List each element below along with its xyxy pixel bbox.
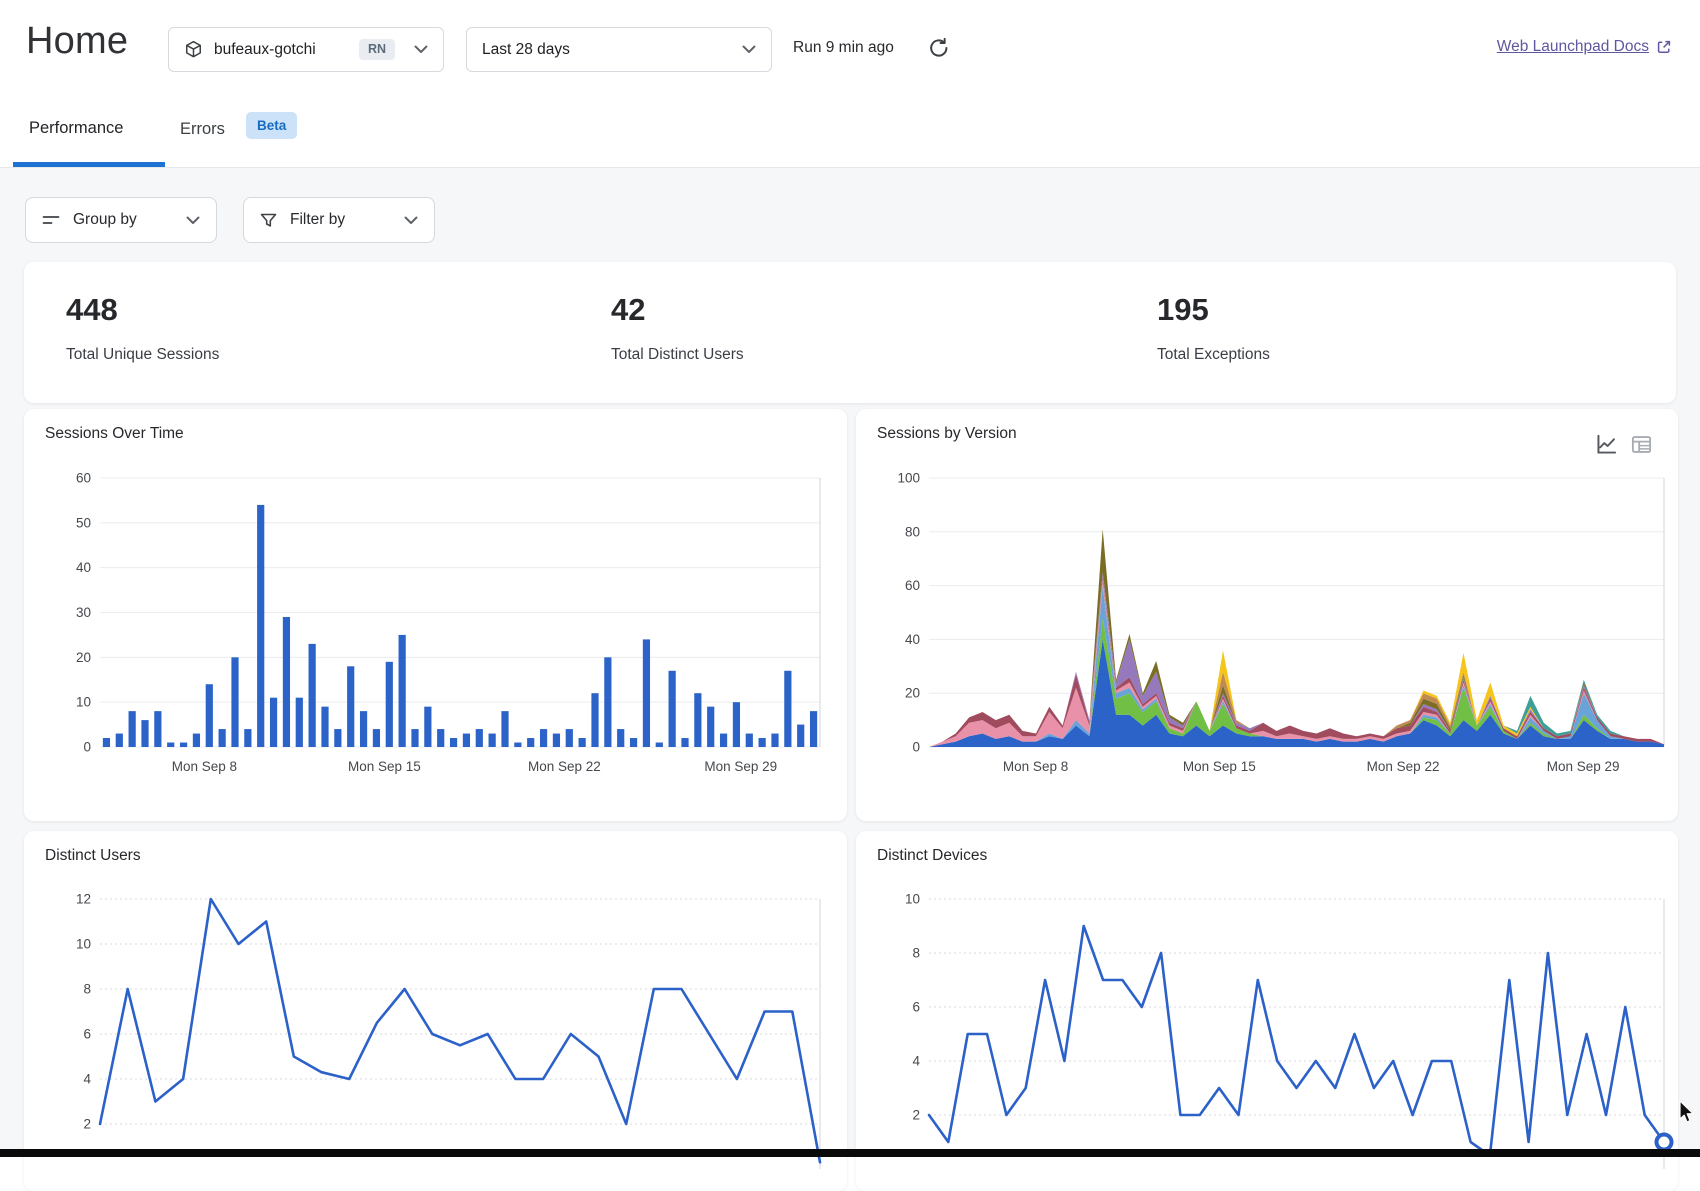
chevron-down-icon <box>414 45 428 54</box>
distinct-users-card: Distinct Users 2 4 6 8 10 12 <box>24 831 847 1191</box>
group-by-button[interactable]: Group by <box>25 197 217 243</box>
stat-value: 195 <box>1157 292 1209 328</box>
refresh-icon <box>927 36 951 60</box>
chevron-down-icon <box>404 216 418 225</box>
sessions-by-version-chart[interactable]: 0 20 40 60 80 100 Mon Sep 8 Mon Sep 15 Mon Sep 2… <box>856 457 1678 779</box>
svg-text:10: 10 <box>76 695 91 710</box>
date-range-selector[interactable]: Last 28 days <box>466 27 772 72</box>
svg-text:Mon Sep 15: Mon Sep 15 <box>1183 759 1256 774</box>
svg-text:4: 4 <box>83 1072 91 1087</box>
header: Home bufeaux-gotchi RN Last 28 days Run … <box>0 0 1700 168</box>
chart-toggle-line-button[interactable] <box>1595 433 1619 457</box>
svg-text:Mon Sep 29: Mon Sep 29 <box>704 759 777 774</box>
svg-text:80: 80 <box>905 524 920 539</box>
svg-text:12: 12 <box>76 892 91 907</box>
date-range-value: Last 28 days <box>482 41 742 59</box>
app-selector[interactable]: bufeaux-gotchi RN <box>168 27 444 72</box>
svg-text:0: 0 <box>912 740 920 755</box>
package-icon <box>184 40 203 59</box>
svg-text:4: 4 <box>912 1054 920 1069</box>
sessions-over-time-card: Sessions Over Time 0 10 20 30 40 50 60 Mon Sep … <box>24 409 847 821</box>
table-icon <box>1630 433 1653 456</box>
sessions-by-version-card: Sessions by Version 0 20 40 60 80 100 Mon Sep … <box>856 409 1678 821</box>
run-status: Run 9 min ago <box>793 39 894 57</box>
chart-toggle-table-button[interactable] <box>1630 433 1654 457</box>
stat-label: Total Unique Sessions <box>66 346 219 364</box>
stat-value: 448 <box>66 292 118 328</box>
refresh-button[interactable] <box>927 36 951 60</box>
tab-performance[interactable]: Performance <box>29 119 123 138</box>
svg-text:50: 50 <box>76 515 91 530</box>
chevron-down-icon <box>186 216 200 225</box>
app-platform-badge: RN <box>359 39 395 60</box>
sessions-over-time-chart[interactable]: 0 10 20 30 40 50 60 Mon Sep 8 Mon Sep 15 Mon Sep … <box>24 457 847 779</box>
svg-text:60: 60 <box>76 471 91 486</box>
line-chart-icon <box>1595 433 1618 456</box>
filter-by-label: Filter by <box>290 211 391 229</box>
docs-link-label: Web Launchpad Docs <box>1497 38 1649 56</box>
app-name: bufeaux-gotchi <box>214 41 359 59</box>
chevron-down-icon <box>742 45 756 54</box>
svg-text:40: 40 <box>76 560 91 575</box>
svg-text:8: 8 <box>83 982 91 997</box>
svg-text:10: 10 <box>905 892 920 907</box>
group-by-icon <box>42 212 60 228</box>
svg-text:Mon Sep 15: Mon Sep 15 <box>348 759 421 774</box>
svg-text:6: 6 <box>912 1000 920 1015</box>
svg-text:Mon Sep 8: Mon Sep 8 <box>1003 759 1068 774</box>
svg-text:60: 60 <box>905 578 920 593</box>
svg-text:2: 2 <box>83 1117 91 1132</box>
stat-label: Total Exceptions <box>1157 346 1270 364</box>
filter-icon <box>260 212 277 229</box>
svg-text:20: 20 <box>905 686 920 701</box>
external-link-icon <box>1656 39 1672 55</box>
svg-text:Mon Sep 22: Mon Sep 22 <box>528 759 601 774</box>
svg-text:0: 0 <box>83 740 91 755</box>
svg-text:Mon Sep 29: Mon Sep 29 <box>1547 759 1620 774</box>
distinct-devices-chart[interactable]: 2 4 6 8 10 <box>856 891 1678 1191</box>
content-area: Group by Filter by 448 Total Unique Sess… <box>0 168 1700 1157</box>
svg-text:10: 10 <box>76 937 91 952</box>
page-title: Home <box>26 20 128 63</box>
distinct-users-chart[interactable]: 2 4 6 8 10 12 <box>24 891 847 1191</box>
svg-text:8: 8 <box>912 946 920 961</box>
stats-card: 448 Total Unique Sessions 42 Total Disti… <box>24 262 1676 403</box>
bottom-bar <box>0 1149 1700 1157</box>
tab-errors[interactable]: Errors <box>180 120 225 139</box>
chart-title: Sessions by Version <box>877 425 1017 443</box>
filter-by-button[interactable]: Filter by <box>243 197 435 243</box>
chart-title: Distinct Devices <box>877 847 987 865</box>
stat-value: 42 <box>611 292 645 328</box>
svg-text:Mon Sep 8: Mon Sep 8 <box>172 759 237 774</box>
svg-text:Mon Sep 22: Mon Sep 22 <box>1367 759 1440 774</box>
svg-text:30: 30 <box>76 605 91 620</box>
distinct-devices-card: Distinct Devices 2 4 6 8 10 <box>856 831 1678 1191</box>
svg-text:40: 40 <box>905 632 920 647</box>
docs-link[interactable]: Web Launchpad Docs <box>1497 38 1672 56</box>
svg-text:20: 20 <box>76 650 91 665</box>
beta-badge[interactable]: Beta <box>246 112 297 139</box>
svg-text:100: 100 <box>897 471 920 486</box>
group-by-label: Group by <box>73 211 173 229</box>
chart-title: Sessions Over Time <box>45 425 184 443</box>
stat-label: Total Distinct Users <box>611 346 744 364</box>
svg-text:6: 6 <box>83 1027 91 1042</box>
svg-text:2: 2 <box>912 1108 920 1123</box>
chart-title: Distinct Users <box>45 847 141 865</box>
